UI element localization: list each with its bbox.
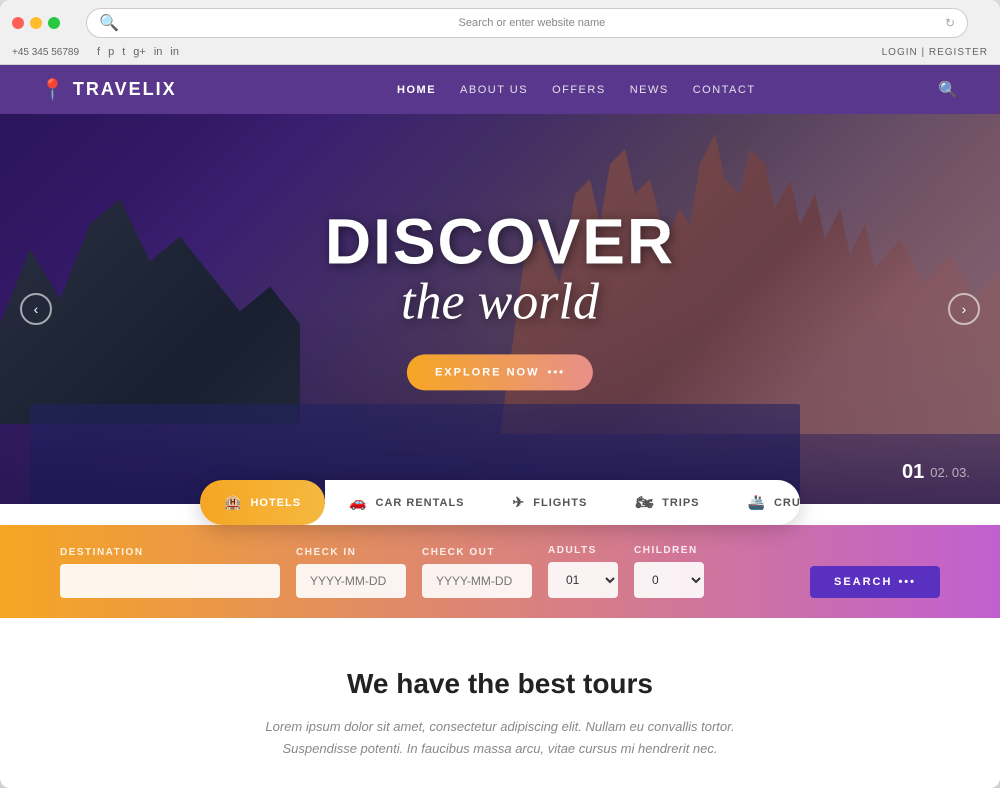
tab-flights[interactable]: ✈ FLIGHTS [489,480,612,525]
prev-slide-button[interactable]: ‹ [20,293,52,325]
tours-title: We have the best tours [40,668,960,700]
browser-titlebar: 🔍 Search or enter website name ↻ [0,0,1000,46]
refresh-icon: ↻ [945,16,955,30]
nav-news[interactable]: NEWS [630,84,669,96]
checkout-input[interactable] [422,564,532,598]
nav-links: HOME ABOUT US OFFERS NEWS CONTACT [227,84,926,96]
search-button[interactable]: SEARCH ••• [810,566,940,598]
adults-select[interactable]: 01 02 03 04 [548,562,618,598]
explore-button[interactable]: EXPLORE NOW ••• [407,355,593,391]
adults-field: ADULTS 01 02 03 04 [548,545,618,598]
destination-field: DESTINATION [60,547,280,598]
tours-description: Lorem ipsum dolor sit amet, consectetur … [250,716,750,760]
children-label: CHILDREN [634,545,704,556]
checkout-label: CHECK OUT [422,547,532,558]
tab-hotels-label: HOTELS [250,497,301,509]
nav-contact[interactable]: CONTACT [693,84,756,96]
tab-cruises-label: CRUISES [774,497,800,509]
browser-window: 🔍 Search or enter website name ↻ +45 345… [0,0,1000,788]
address-bar[interactable]: 🔍 Search or enter website name ↻ [86,8,968,38]
tab-cruises[interactable]: 🚢 CRUISES [724,480,801,525]
car-icon: 🚗 [349,494,367,511]
next-slide-button[interactable]: › [948,293,980,325]
tabs-section: 🏨 HOTELS 🚗 CAR RENTALS ✈ FLIGHTS 🏍 TRIPS [0,480,1000,525]
children-select[interactable]: 0 1 2 3 [634,562,704,598]
facebook-icon[interactable]: f [97,46,100,58]
logo-text: TRAVELIX [73,79,177,100]
hero-title-main: DISCOVER [325,209,675,273]
left-arrow-icon: ‹ [34,301,39,317]
site-logo[interactable]: 📍 TRAVELIX [40,77,177,102]
hero-section: DISCOVER the world EXPLORE NOW ••• ‹ › 0… [0,114,1000,504]
search-label: SEARCH [834,576,892,588]
checkin-input[interactable] [296,564,406,598]
logo-pin-icon: 📍 [40,77,67,102]
googleplus-icon[interactable]: g+ [133,46,146,58]
explore-label: EXPLORE NOW [435,367,540,379]
checkin-field: CHECK IN [296,547,406,598]
tours-section: We have the best tours Lorem ipsum dolor… [0,618,1000,788]
pinterest-icon[interactable]: p [108,46,114,58]
nav-search-button[interactable]: 🔍 [936,78,960,102]
tab-car-rentals[interactable]: 🚗 CAR RENTALS [325,480,488,525]
hero-title-script: the world [325,273,675,330]
counter-remaining: 02. 03. [930,465,970,480]
search-section: DESTINATION CHECK IN CHECK OUT ADULTS 01… [0,525,1000,618]
checkout-field: CHECK OUT [422,547,532,598]
dots-icon: ••• [547,367,565,379]
main-nav: 📍 TRAVELIX HOME ABOUT US OFFERS NEWS CON… [0,65,1000,114]
browser-chrome: 🔍 Search or enter website name ↻ +45 345… [0,0,1000,65]
linkedin-icon[interactable]: in [154,46,163,58]
adults-label: ADULTS [548,545,618,556]
destination-label: DESTINATION [60,547,280,558]
minimize-button[interactable] [30,17,42,29]
tab-flights-label: FLIGHTS [533,497,587,509]
nav-offers[interactable]: OFFERS [552,84,606,96]
checkin-label: CHECK IN [296,547,406,558]
plane-icon: ✈ [513,494,526,511]
search-icon: 🔍 [99,13,119,33]
tab-car-rentals-label: CAR RENTALS [376,497,465,509]
close-button[interactable] [12,17,24,29]
maximize-button[interactable] [48,17,60,29]
social-links: f p t g+ in in [97,46,179,58]
category-tabs: 🏨 HOTELS 🚗 CAR RENTALS ✈ FLIGHTS 🏍 TRIPS [200,480,800,525]
search-dots-icon: ••• [898,576,916,588]
browser-toolbar: +45 345 56789 f p t g+ in in LOGIN | REG… [0,46,1000,64]
destination-input[interactable] [60,564,280,598]
tab-trips[interactable]: 🏍 TRIPS [611,480,723,525]
auth-links[interactable]: LOGIN | REGISTER [882,47,988,58]
hotels-icon: 🏨 [224,494,242,511]
motorcycle-icon: 🏍 [635,494,654,511]
ship-icon: 🚢 [748,494,766,511]
twitter-icon[interactable]: t [122,46,125,58]
address-text: Search or enter website name [125,17,939,29]
phone-number: +45 345 56789 [12,47,79,58]
tab-hotels[interactable]: 🏨 HOTELS [200,480,325,525]
children-field: CHILDREN 0 1 2 3 [634,545,704,598]
hero-content: DISCOVER the world EXPLORE NOW ••• [325,209,675,390]
nav-about[interactable]: ABOUT US [460,84,528,96]
linkedin2-icon[interactable]: in [170,46,179,58]
website-content: 📍 TRAVELIX HOME ABOUT US OFFERS NEWS CON… [0,65,1000,788]
nav-home[interactable]: HOME [397,84,436,96]
right-arrow-icon: › [962,301,967,317]
tab-trips-label: TRIPS [662,497,699,509]
